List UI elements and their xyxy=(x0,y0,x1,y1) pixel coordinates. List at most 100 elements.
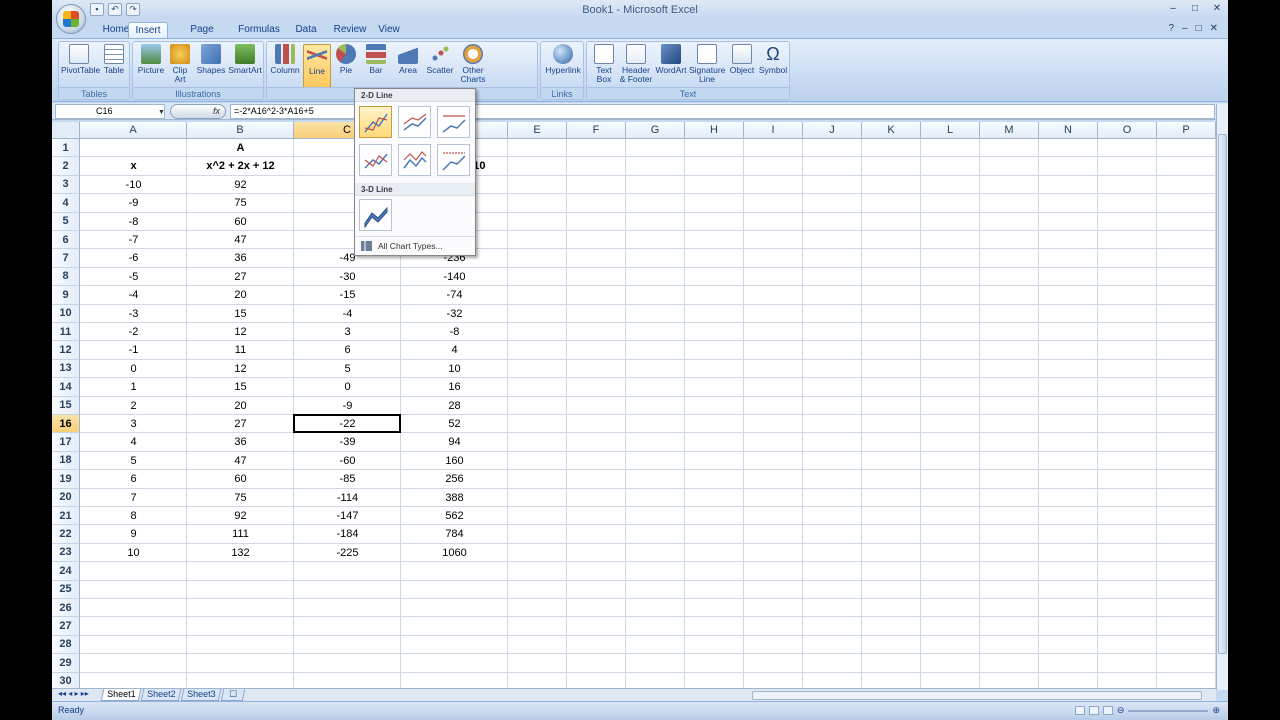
row-header[interactable]: 19 xyxy=(52,470,80,489)
zoom-out-icon[interactable]: ⊖ xyxy=(1117,705,1125,716)
row-header[interactable]: 2 xyxy=(52,157,80,176)
table-cell[interactable]: 0 xyxy=(80,360,187,378)
tab-view[interactable]: View xyxy=(374,22,404,38)
table-cell[interactable]: 92 xyxy=(187,176,294,194)
row-header[interactable]: 3 xyxy=(52,175,80,195)
column-header[interactable]: M xyxy=(980,122,1039,139)
table-cell[interactable]: -5 xyxy=(80,268,187,286)
zoom-in-icon[interactable]: ⊕ xyxy=(1212,705,1220,716)
table-cell[interactable]: 27 xyxy=(187,415,294,433)
row-header[interactable]: 4 xyxy=(52,194,80,213)
table-cell[interactable]: 2 xyxy=(80,397,187,415)
row-header[interactable]: 24 xyxy=(52,562,80,581)
row-header[interactable]: 21 xyxy=(52,507,80,526)
column-header[interactable]: O xyxy=(1098,122,1157,139)
table-cell[interactable]: A xyxy=(187,139,294,157)
table-cell[interactable]: -74 xyxy=(401,286,508,304)
row-header[interactable]: 22 xyxy=(52,525,80,544)
line-chart-button[interactable]: Line xyxy=(303,44,331,88)
column-header[interactable]: L xyxy=(921,122,980,139)
table-cell[interactable]: 11 xyxy=(187,341,294,359)
maximize-icon[interactable]: □ xyxy=(1188,3,1202,15)
column-header[interactable]: J xyxy=(803,122,862,139)
column-header[interactable]: H xyxy=(685,122,744,139)
table-cell[interactable]: 562 xyxy=(401,507,508,525)
row-header[interactable]: 25 xyxy=(52,580,80,599)
table-cell[interactable]: 36 xyxy=(187,249,294,267)
table-cell[interactable]: -39 xyxy=(294,433,401,451)
column-header[interactable]: I xyxy=(744,122,803,139)
table-cell[interactable]: 111 xyxy=(187,525,294,543)
table-cell[interactable]: -114 xyxy=(294,489,401,507)
table-cell[interactable]: -9 xyxy=(80,194,187,212)
symbol-button[interactable]: Ω Symbol xyxy=(757,44,789,88)
row-header[interactable]: 7 xyxy=(52,249,80,268)
shapes-button[interactable]: Shapes xyxy=(195,44,227,88)
signature-line-button[interactable]: Signature Line xyxy=(689,44,725,88)
table-cell[interactable]: 15 xyxy=(187,378,294,396)
table-cell[interactable]: -60 xyxy=(294,452,401,470)
row-header[interactable]: 26 xyxy=(52,599,80,618)
table-cell[interactable]: 9 xyxy=(80,525,187,543)
table-cell[interactable]: 6 xyxy=(294,341,401,359)
all-chart-types-button[interactable]: All Chart Types... xyxy=(355,236,475,254)
ribbon-restore-icon[interactable]: □ xyxy=(1196,23,1202,34)
table-cell[interactable]: 36 xyxy=(187,433,294,451)
clip-art-button[interactable]: Clip Art xyxy=(167,44,193,88)
table-cell[interactable]: 5 xyxy=(80,452,187,470)
table-cell[interactable]: 60 xyxy=(187,213,294,231)
table-cell[interactable]: -3 xyxy=(80,305,187,323)
insert-sheet-icon[interactable]: ☐ xyxy=(220,689,246,701)
table-cell[interactable]: -9 xyxy=(294,397,401,415)
table-cell[interactable]: -184 xyxy=(294,525,401,543)
insert-function-button[interactable]: fx xyxy=(170,104,226,119)
table-cell[interactable]: 28 xyxy=(401,397,508,415)
line-chart-option[interactable] xyxy=(359,106,392,138)
row-header[interactable]: 17 xyxy=(52,433,80,452)
table-cell[interactable]: 0 xyxy=(294,378,401,396)
table-cell[interactable]: 20 xyxy=(187,397,294,415)
table-cell[interactable]: 12 xyxy=(187,323,294,341)
area-chart-button[interactable]: Area xyxy=(393,44,423,88)
normal-view-icon[interactable] xyxy=(1074,706,1085,715)
table-cell[interactable]: -15 xyxy=(294,286,401,304)
table-cell[interactable]: 47 xyxy=(187,231,294,249)
close-icon[interactable]: ✕ xyxy=(1210,3,1224,15)
stacked-line-chart-option[interactable] xyxy=(398,106,431,138)
column-header[interactable]: K xyxy=(862,122,921,139)
office-button[interactable] xyxy=(56,4,86,34)
row-header[interactable]: 15 xyxy=(52,396,80,415)
row-header[interactable]: 14 xyxy=(52,378,80,397)
tab-review[interactable]: Review xyxy=(330,22,370,38)
other-charts-button[interactable]: Other Charts xyxy=(457,44,489,88)
row-header[interactable]: 16 xyxy=(52,415,80,434)
zoom-slider[interactable] xyxy=(1128,709,1209,712)
table-cell[interactable]: -8 xyxy=(401,323,508,341)
vertical-scrollbar[interactable] xyxy=(1216,104,1228,690)
tab-page-layout[interactable]: Page Layout xyxy=(174,22,230,51)
help-icon[interactable]: ? xyxy=(1168,23,1174,34)
table-cell[interactable]: -8 xyxy=(80,213,187,231)
row-header[interactable]: 29 xyxy=(52,654,80,673)
column-header[interactable]: A xyxy=(80,122,187,139)
table-cell[interactable]: 27 xyxy=(187,268,294,286)
table-cell[interactable]: 4 xyxy=(401,341,508,359)
row-header[interactable]: 23 xyxy=(52,543,80,563)
picture-button[interactable]: Picture xyxy=(135,44,167,88)
table-cell[interactable]: 12 xyxy=(187,360,294,378)
chevron-down-icon[interactable]: ▼ xyxy=(158,109,165,116)
table-cell[interactable]: 5 xyxy=(294,360,401,378)
pie-chart-button[interactable]: Pie xyxy=(333,44,359,88)
table-cell[interactable]: -2 xyxy=(80,323,187,341)
row-header[interactable]: 28 xyxy=(52,635,80,655)
column-chart-button[interactable]: Column xyxy=(269,44,301,88)
header-footer-button[interactable]: Header & Footer xyxy=(619,44,653,88)
table-cell[interactable]: -225 xyxy=(294,544,401,562)
sheet-nav-icon[interactable]: ◂◂ ◂ ▸ ▸▸ xyxy=(58,689,89,698)
name-box[interactable]: C16 xyxy=(55,104,165,119)
table-cell[interactable]: -6 xyxy=(80,249,187,267)
row-header[interactable]: 5 xyxy=(52,212,80,231)
wordart-button[interactable]: WordArt xyxy=(655,44,687,88)
percent-line-markers-chart-option[interactable] xyxy=(437,144,470,176)
table-cell[interactable]: 3 xyxy=(80,415,187,433)
